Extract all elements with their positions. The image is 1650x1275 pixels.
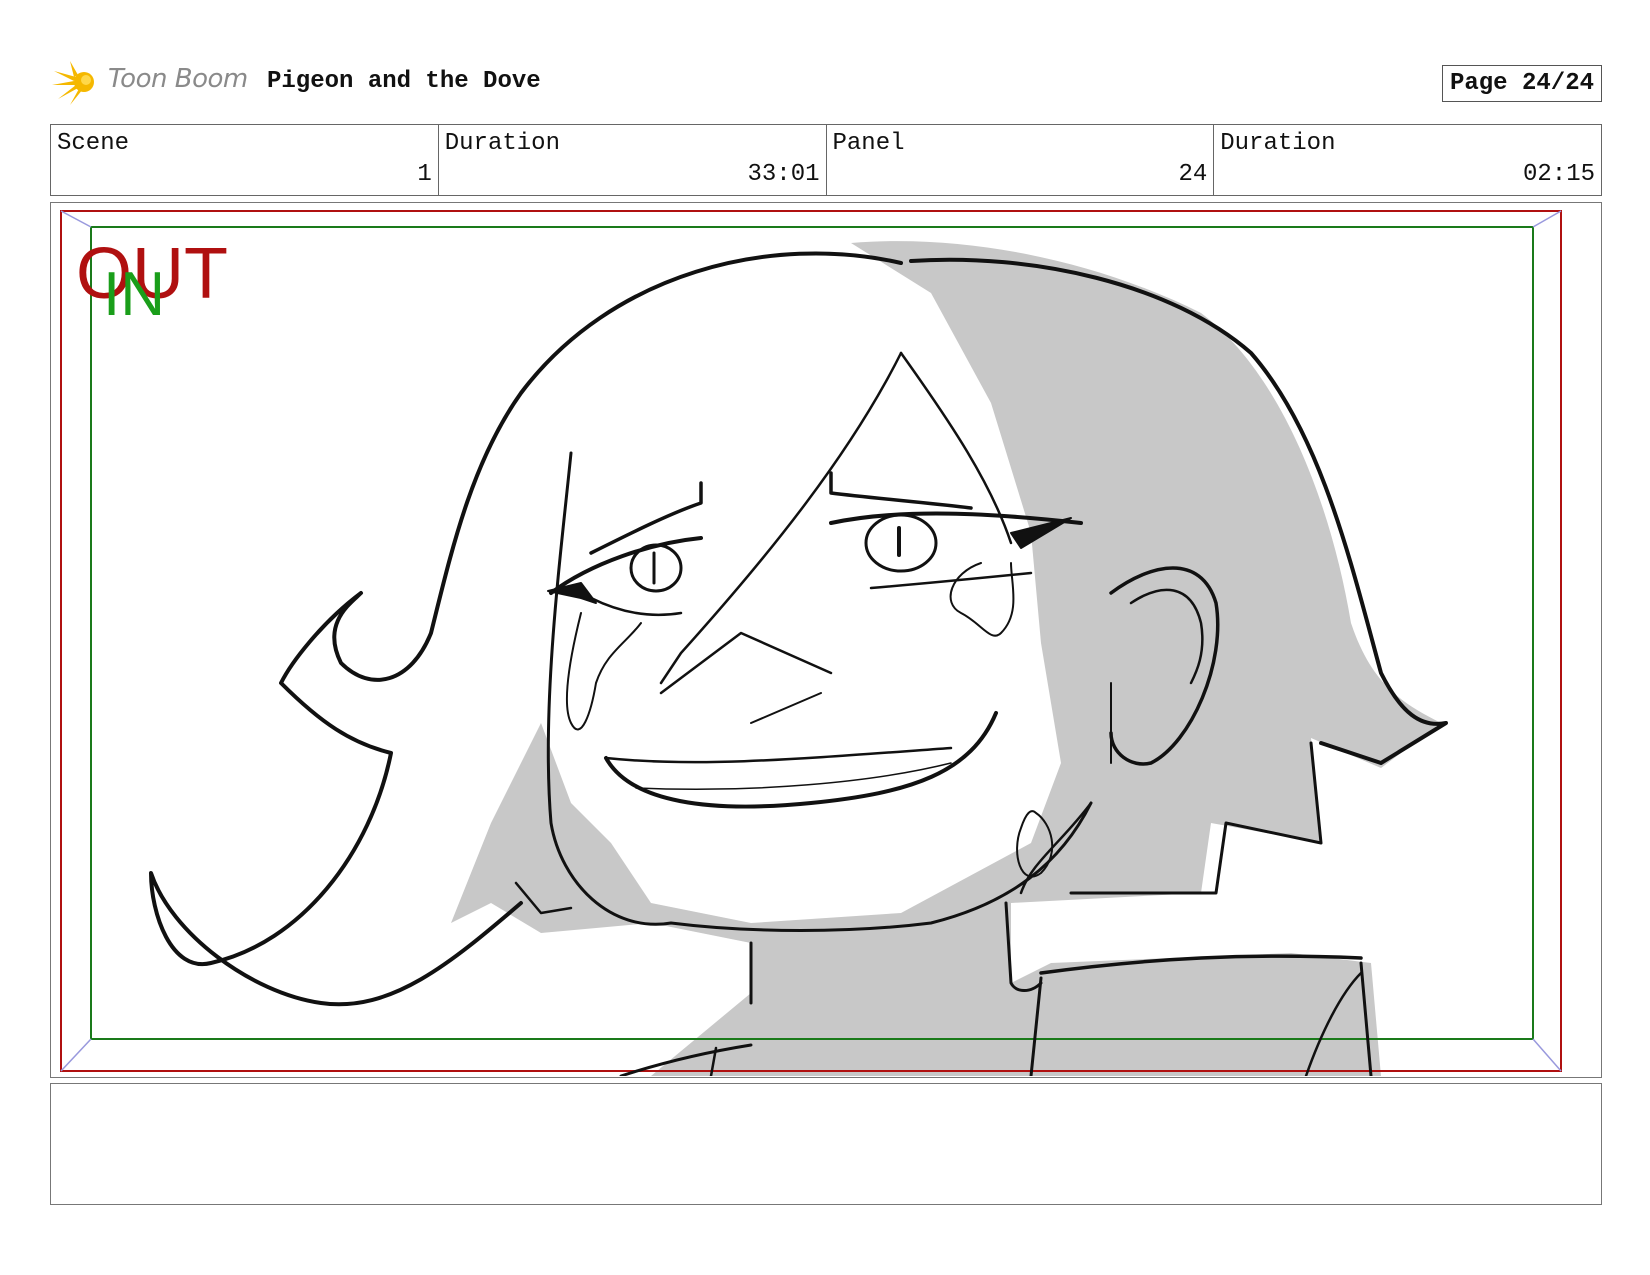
scene-cell: Scene 1 <box>51 125 439 195</box>
page-number: Page 24/24 <box>1441 65 1602 102</box>
scene-info-table: Scene 1 Duration 33:01 Panel 24 Duration… <box>50 124 1602 196</box>
scene-duration-value: 33:01 <box>747 161 820 188</box>
storyboard-panel: OUT IN <box>50 202 1602 1078</box>
panel-duration-cell: Duration 02:15 <box>1214 125 1601 195</box>
shading <box>451 241 1441 1076</box>
panel-label: Panel <box>832 130 905 157</box>
panel-value: 24 <box>1178 161 1208 188</box>
scene-duration-label: Duration <box>444 130 560 157</box>
scene-duration-cell: Duration 33:01 <box>439 125 827 195</box>
in-label: IN <box>103 260 165 329</box>
starburst-icon <box>52 61 94 105</box>
toon-boom-logo: Toon Boom <box>50 55 250 105</box>
panel-cell: Panel 24 <box>827 125 1215 195</box>
scene-label: Scene <box>57 130 130 157</box>
panel-duration-label: Duration <box>1220 130 1336 157</box>
page-header: Toon Boom Pigeon and the Dove Page 24/24 <box>50 55 1602 105</box>
project-title: Pigeon and the Dove <box>267 68 541 95</box>
panel-drawing: OUT IN <box>60 210 1562 1076</box>
panel-duration-value: 02:15 <box>1522 161 1595 188</box>
scene-value: 1 <box>417 161 432 188</box>
logo-text: Toon Boom <box>108 64 248 94</box>
panel-notes <box>50 1083 1602 1205</box>
